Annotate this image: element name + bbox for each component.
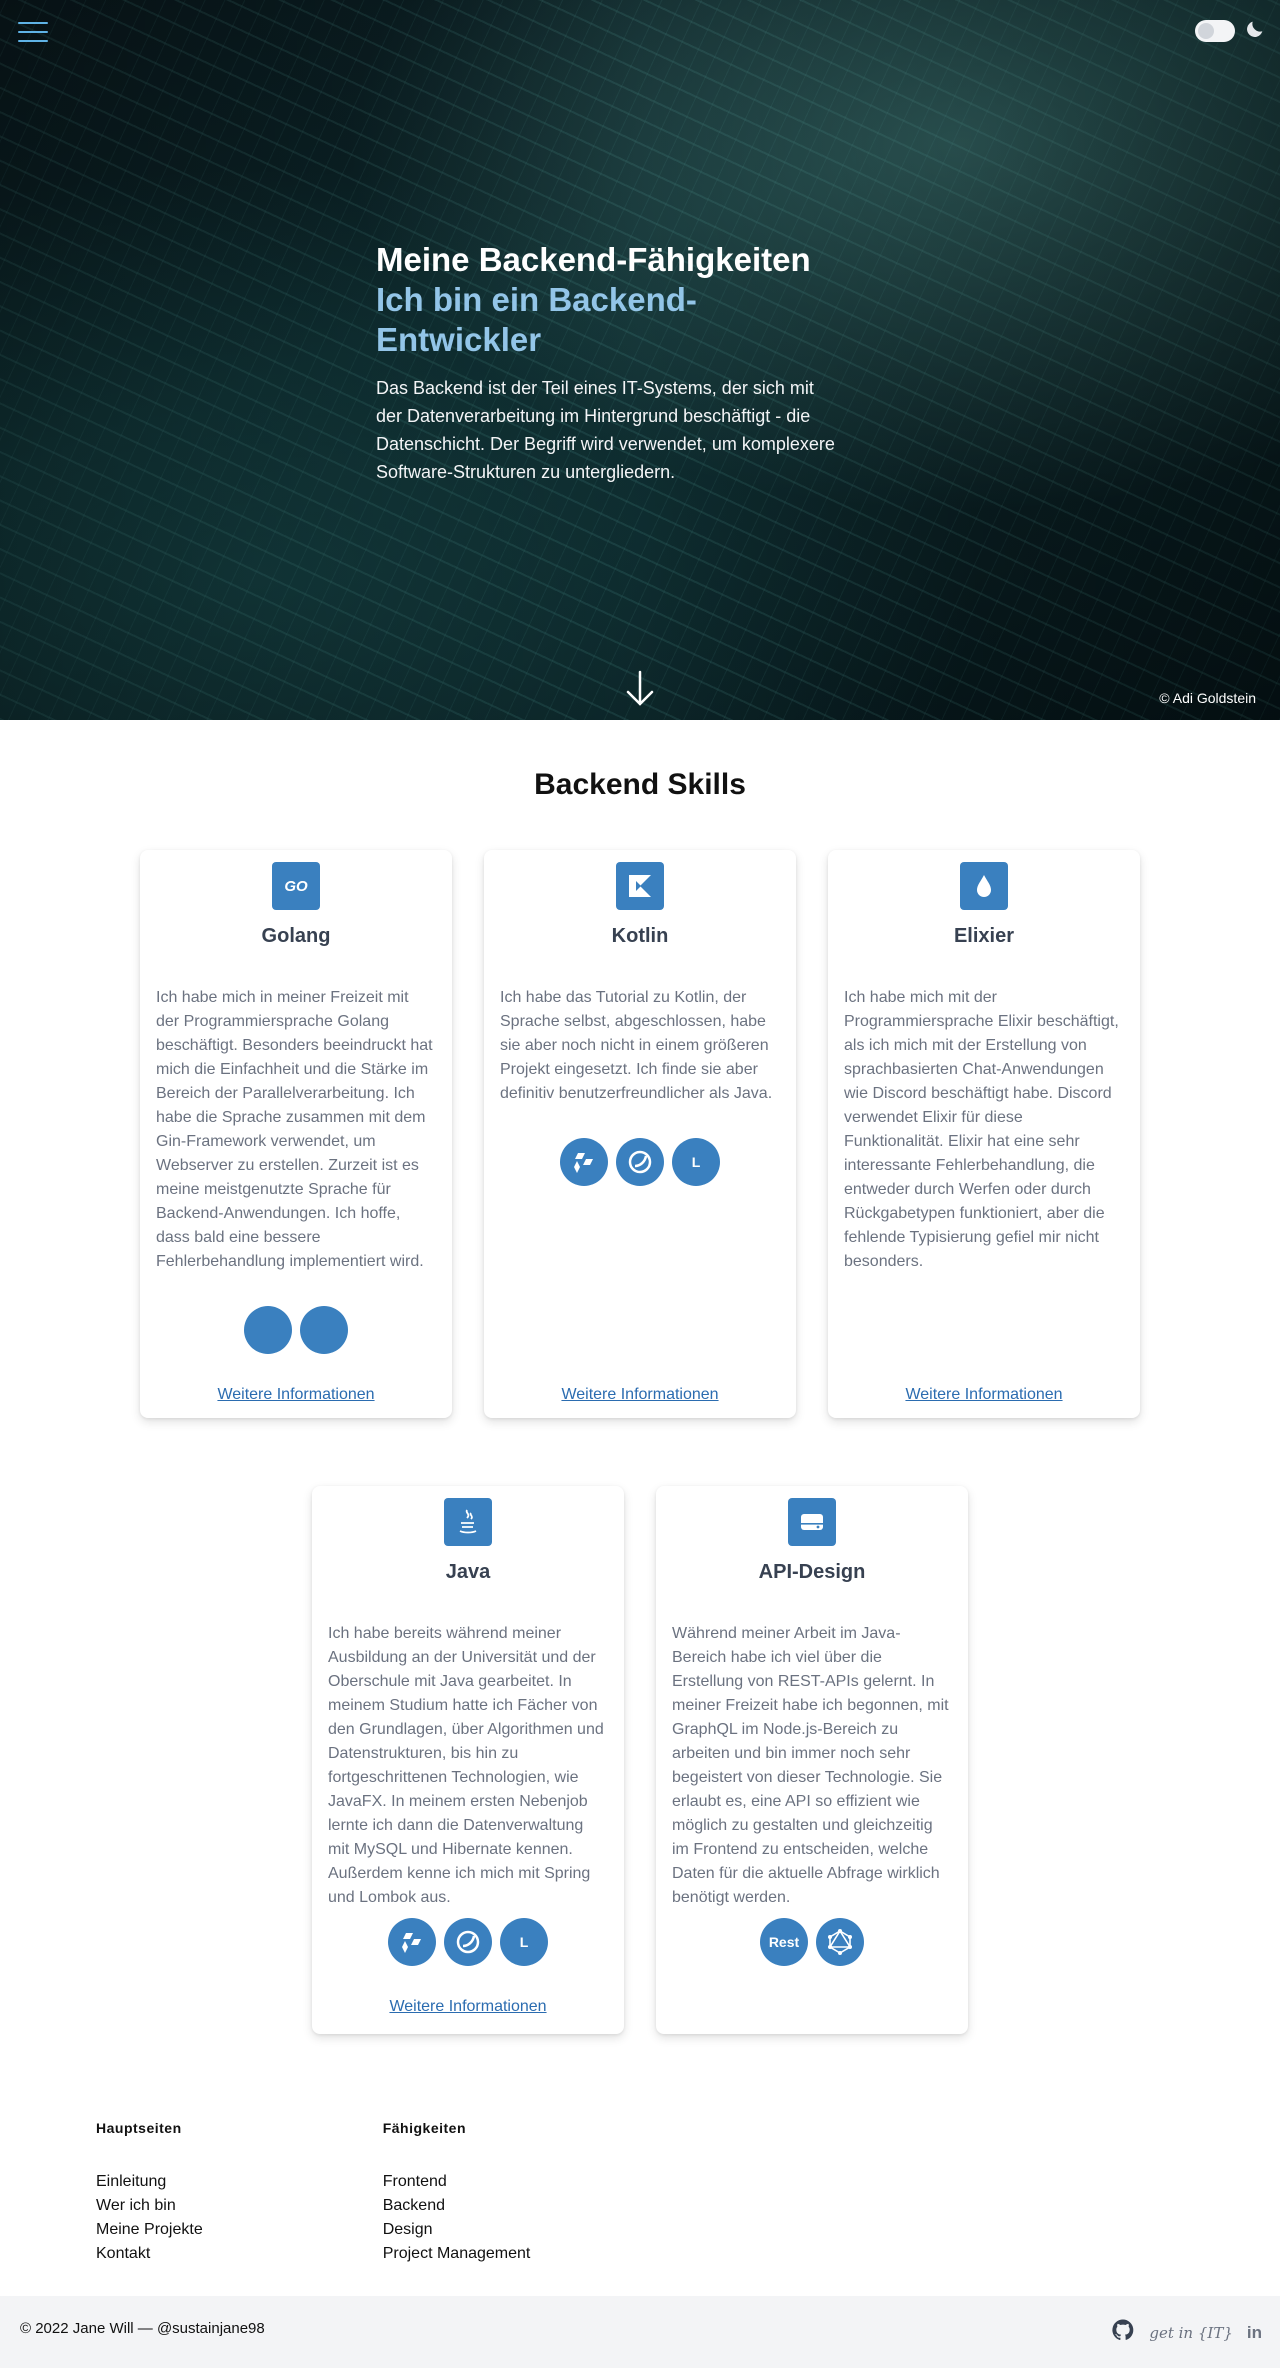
footer-column-title: Hauptseiten bbox=[96, 2120, 182, 2136]
footer-link-backend[interactable]: Backend bbox=[383, 2194, 531, 2218]
copyright: © 2022 Jane Will — @sustainjane98 bbox=[20, 2320, 265, 2337]
more-info-link[interactable]: Weitere Informationen bbox=[140, 1386, 452, 1404]
skill-description: Ich habe das Tutorial zu Kotlin, der Spr… bbox=[500, 989, 773, 1102]
java-icon bbox=[444, 1498, 492, 1546]
tech-list bbox=[140, 1306, 452, 1354]
skill-name: Java bbox=[445, 1561, 491, 1583]
lombok-icon[interactable]: L bbox=[672, 1138, 720, 1186]
rest-badge[interactable]: Rest bbox=[760, 1918, 808, 1966]
footer-column-skills: Fähigkeiten Frontend Backend Design Proj… bbox=[383, 2120, 531, 2266]
more-info-link[interactable]: Weitere Informationen bbox=[828, 1386, 1140, 1404]
tech-badge[interactable] bbox=[300, 1306, 348, 1354]
hero-text: Meine Backend-Fähigkeiten Ich bin ein Ba… bbox=[376, 240, 836, 486]
footer-column-title: Fähigkeiten bbox=[382, 2120, 467, 2136]
hibernate-icon[interactable] bbox=[388, 1918, 436, 1966]
tech-list: L bbox=[484, 1138, 796, 1186]
kotlin-icon bbox=[616, 862, 664, 910]
github-icon[interactable] bbox=[1111, 2318, 1135, 2347]
skill-card-golang: GO Golang Ich habe mich in meiner Freize… bbox=[140, 850, 452, 1418]
drop-icon bbox=[960, 862, 1008, 910]
getin-it-icon[interactable]: get in {IT} bbox=[1149, 2324, 1233, 2342]
footer-link-projekte[interactable]: Meine Projekte bbox=[96, 2218, 203, 2242]
more-info-link[interactable]: Weitere Informationen bbox=[312, 1998, 624, 2016]
hero-section: Meine Backend-Fähigkeiten Ich bin ein Ba… bbox=[0, 0, 1280, 720]
theme-toggle[interactable] bbox=[1195, 20, 1235, 42]
skill-card-elixier: Elixier Ich habe mich mit der Programmie… bbox=[828, 850, 1140, 1418]
skill-card-api-design: API-Design Während meiner Arbeit im Java… bbox=[656, 1486, 968, 2034]
photo-credit: © Adi Goldstein bbox=[1159, 690, 1256, 706]
footer-link-kontakt[interactable]: Kontakt bbox=[96, 2242, 203, 2266]
arrow-down-icon[interactable] bbox=[624, 668, 656, 708]
footer-link-wer-ich-bin[interactable]: Wer ich bin bbox=[96, 2194, 203, 2218]
hero-subtitle: Ich bin ein Backend-Entwickler bbox=[376, 281, 697, 358]
lombok-icon[interactable]: L bbox=[500, 1918, 548, 1966]
skill-description: Ich habe mich mit der Programmiersprache… bbox=[844, 989, 1119, 1270]
footer: © 2022 Jane Will — @sustainjane98 get in… bbox=[0, 2296, 1280, 2368]
section-title: Backend Skills bbox=[534, 768, 746, 801]
server-icon bbox=[788, 1498, 836, 1546]
moon-icon[interactable] bbox=[1244, 18, 1266, 40]
tech-list: L bbox=[312, 1918, 624, 1966]
footer-link-frontend[interactable]: Frontend bbox=[383, 2170, 531, 2194]
graphql-icon[interactable] bbox=[816, 1918, 864, 1966]
spring-icon[interactable] bbox=[444, 1918, 492, 1966]
skill-description: Ich habe bereits während meiner Ausbildu… bbox=[328, 1625, 604, 1906]
skill-name: Golang bbox=[261, 925, 331, 947]
skill-name: API-Design bbox=[758, 1561, 866, 1583]
skill-cards: GO Golang Ich habe mich in meiner Freize… bbox=[0, 802, 1280, 2122]
footer-link-project-management[interactable]: Project Management bbox=[383, 2242, 531, 2266]
skill-name: Kotlin bbox=[611, 925, 669, 947]
linkedin-icon[interactable]: in bbox=[1247, 2323, 1262, 2343]
footer-link-design[interactable]: Design bbox=[383, 2218, 531, 2242]
footer-link-einleitung[interactable]: Einleitung bbox=[96, 2170, 203, 2194]
hero-title: Meine Backend-Fähigkeiten bbox=[376, 241, 811, 278]
menu-icon[interactable] bbox=[18, 22, 48, 46]
footer-links: Hauptseiten Einleitung Wer ich bin Meine… bbox=[96, 2120, 530, 2266]
spring-icon[interactable] bbox=[616, 1138, 664, 1186]
footer-social: get in {IT} in bbox=[1111, 2318, 1262, 2347]
skill-description: Ich habe mich in meiner Freizeit mit der… bbox=[156, 989, 433, 1270]
skill-card-java: Java Ich habe bereits während meiner Aus… bbox=[312, 1486, 624, 2034]
skill-name: Elixier bbox=[953, 925, 1015, 947]
skill-card-kotlin: Kotlin Ich habe das Tutorial zu Kotlin, … bbox=[484, 850, 796, 1418]
skill-description: Während meiner Arbeit im Java-Bereich ha… bbox=[672, 1625, 949, 1906]
hibernate-icon[interactable] bbox=[560, 1138, 608, 1186]
golang-icon: GO bbox=[272, 862, 320, 910]
more-info-link[interactable]: Weitere Informationen bbox=[484, 1386, 796, 1404]
hero-description: Das Backend ist der Teil eines IT-System… bbox=[376, 378, 835, 482]
footer-column-main: Hauptseiten Einleitung Wer ich bin Meine… bbox=[96, 2120, 203, 2266]
tech-list: Rest bbox=[656, 1918, 968, 1966]
tech-badge[interactable] bbox=[244, 1306, 292, 1354]
